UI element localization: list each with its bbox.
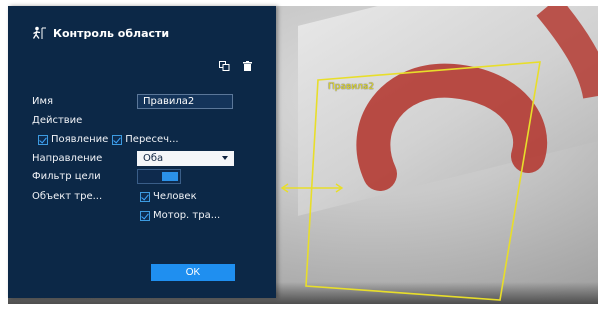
action-row: Действие [32,113,132,128]
copy-icon[interactable] [219,61,230,71]
action-label: Действие [32,115,83,126]
appear-checkbox[interactable] [38,134,48,145]
action-options: Появление Пересеч... [38,132,179,147]
panel-title: Контроль области [53,26,170,40]
filter-label: Фильтр цели [32,171,101,182]
area-control-panel: Контроль области Имя Правила2 Действие П… [8,6,276,298]
motor-checkbox[interactable] [140,210,150,221]
chevron-down-icon [222,156,228,160]
filter-row: Фильтр цели [32,169,132,184]
human-option: Человек [140,189,197,204]
panel-header: Контроль области [31,24,169,42]
panel-tools [219,61,252,71]
direction-select[interactable]: Оба [137,151,234,166]
direction-value: Оба [143,153,164,164]
motor-label: Мотор. тра... [153,210,221,221]
delete-icon[interactable] [243,61,252,71]
human-checkbox[interactable] [140,191,150,202]
direction-label: Направление [32,153,103,164]
name-label: Имя [32,96,54,107]
object-row: Объект тре... [32,189,132,204]
area-rule-label: Правила2 [328,82,375,92]
appear-label: Появление [51,134,109,145]
toggle-knob [162,172,178,181]
human-label: Человек [153,191,197,202]
motor-option: Мотор. тра... [140,208,220,223]
name-row: Имя [32,94,132,109]
direction-row: Направление [32,151,132,166]
filter-toggle[interactable] [137,169,181,184]
cross-checkbox[interactable] [112,134,123,145]
name-input[interactable]: Правила2 [137,94,233,109]
cross-label: Пересеч... [125,134,179,145]
ok-button[interactable]: OK [151,264,235,281]
area-intrusion-icon [31,26,47,40]
object-label: Объект тре... [32,191,103,202]
detection-area-polygon [305,61,541,301]
